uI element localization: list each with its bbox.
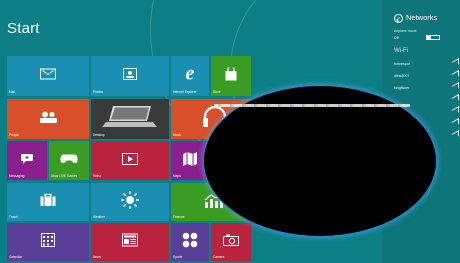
tile-label: Sports [173,254,183,259]
tile-xbox-live-games[interactable]: Xbox LIVE Games [49,141,89,180]
tile-label: Travel [9,214,18,219]
tile-news[interactable]: News [91,223,169,261]
tile-people[interactable]: People [7,99,89,139]
sun-icon [121,191,139,210]
tile-photos[interactable]: Photos [91,56,169,96]
mail-icon [40,68,56,80]
tile-label: People [9,132,19,137]
internet-explorer-icon: e [185,62,195,85]
tile-label: Finance [173,214,185,219]
tile-sports[interactable]: Sports [171,223,209,261]
messaging-icon [20,153,34,165]
wifi-signal-icon [452,57,459,69]
desktop-laptop-image [101,104,159,130]
tile-label: Xbox LIVE Games [51,173,78,178]
start-title: Start [7,20,40,37]
tile-camera[interactable]: Camera [211,223,251,261]
calendar-icon [41,233,55,248]
wifi-signal-icon [452,117,459,129]
tile-label: Calendar [9,254,22,259]
tile-label: News [93,254,101,259]
camera-icon [223,234,239,247]
tile-calendar[interactable]: Calendar [7,223,89,261]
wifi-network-item[interactable]: dlink2007 [394,74,409,78]
people-icon [39,111,57,124]
wifi-signal-icon [452,105,459,117]
tile-travel[interactable]: Travel [7,183,89,221]
wifi-section-label: Wi-Fi [394,48,408,54]
game-controller-icon [60,153,78,164]
tile-video[interactable]: Video [91,141,169,180]
tile-messaging[interactable]: Messaging [7,141,47,180]
tile-weather[interactable]: Weather [91,183,169,221]
store-bag-icon [225,67,237,81]
wifi-signal-icon [452,81,459,93]
tile-label: Mail [9,89,15,94]
airplane-mode-toggle[interactable] [426,35,440,40]
tile-label: Camera [213,254,225,259]
networks-title: Networks [406,13,438,22]
back-arrow-icon[interactable] [394,14,403,23]
tile-mail[interactable]: Mail [7,56,89,96]
wifi-signal-icon [452,129,459,141]
tile-label: Messaging [9,173,25,178]
tile-label: Music [173,132,182,137]
tile-label: Desktop [93,132,105,137]
wifi-network-item[interactable]: homespot [394,62,410,66]
wifi-signal-icon [452,93,459,105]
photos-icon [123,68,137,81]
tile-internet-explorer[interactable]: e Internet Explorer [171,56,209,96]
tile-label: Weather [93,214,105,219]
maps-icon [182,151,198,166]
video-play-icon [122,152,138,165]
wifi-signal-icon [452,69,459,81]
tile-label: Internet Explorer [173,89,197,94]
tile-label: Maps [173,173,181,178]
wifi-network-item[interactable]: kingfisher [394,86,409,90]
toggle-knob [427,36,431,39]
black-overlay-artifact [204,86,436,236]
tile-desktop[interactable]: Desktop [91,99,169,139]
tile-label: Photos [93,89,103,94]
tile-label: Video [93,173,102,178]
sports-balls-icon [182,232,198,248]
tile-label: Store [213,89,221,94]
airplane-mode-label: Airplane mode [394,29,417,33]
suitcase-icon [40,194,56,207]
glitch-strip [214,104,410,107]
news-icon [122,233,138,247]
tile-store[interactable]: Store [211,56,251,96]
airplane-mode-state: Off [394,36,399,40]
